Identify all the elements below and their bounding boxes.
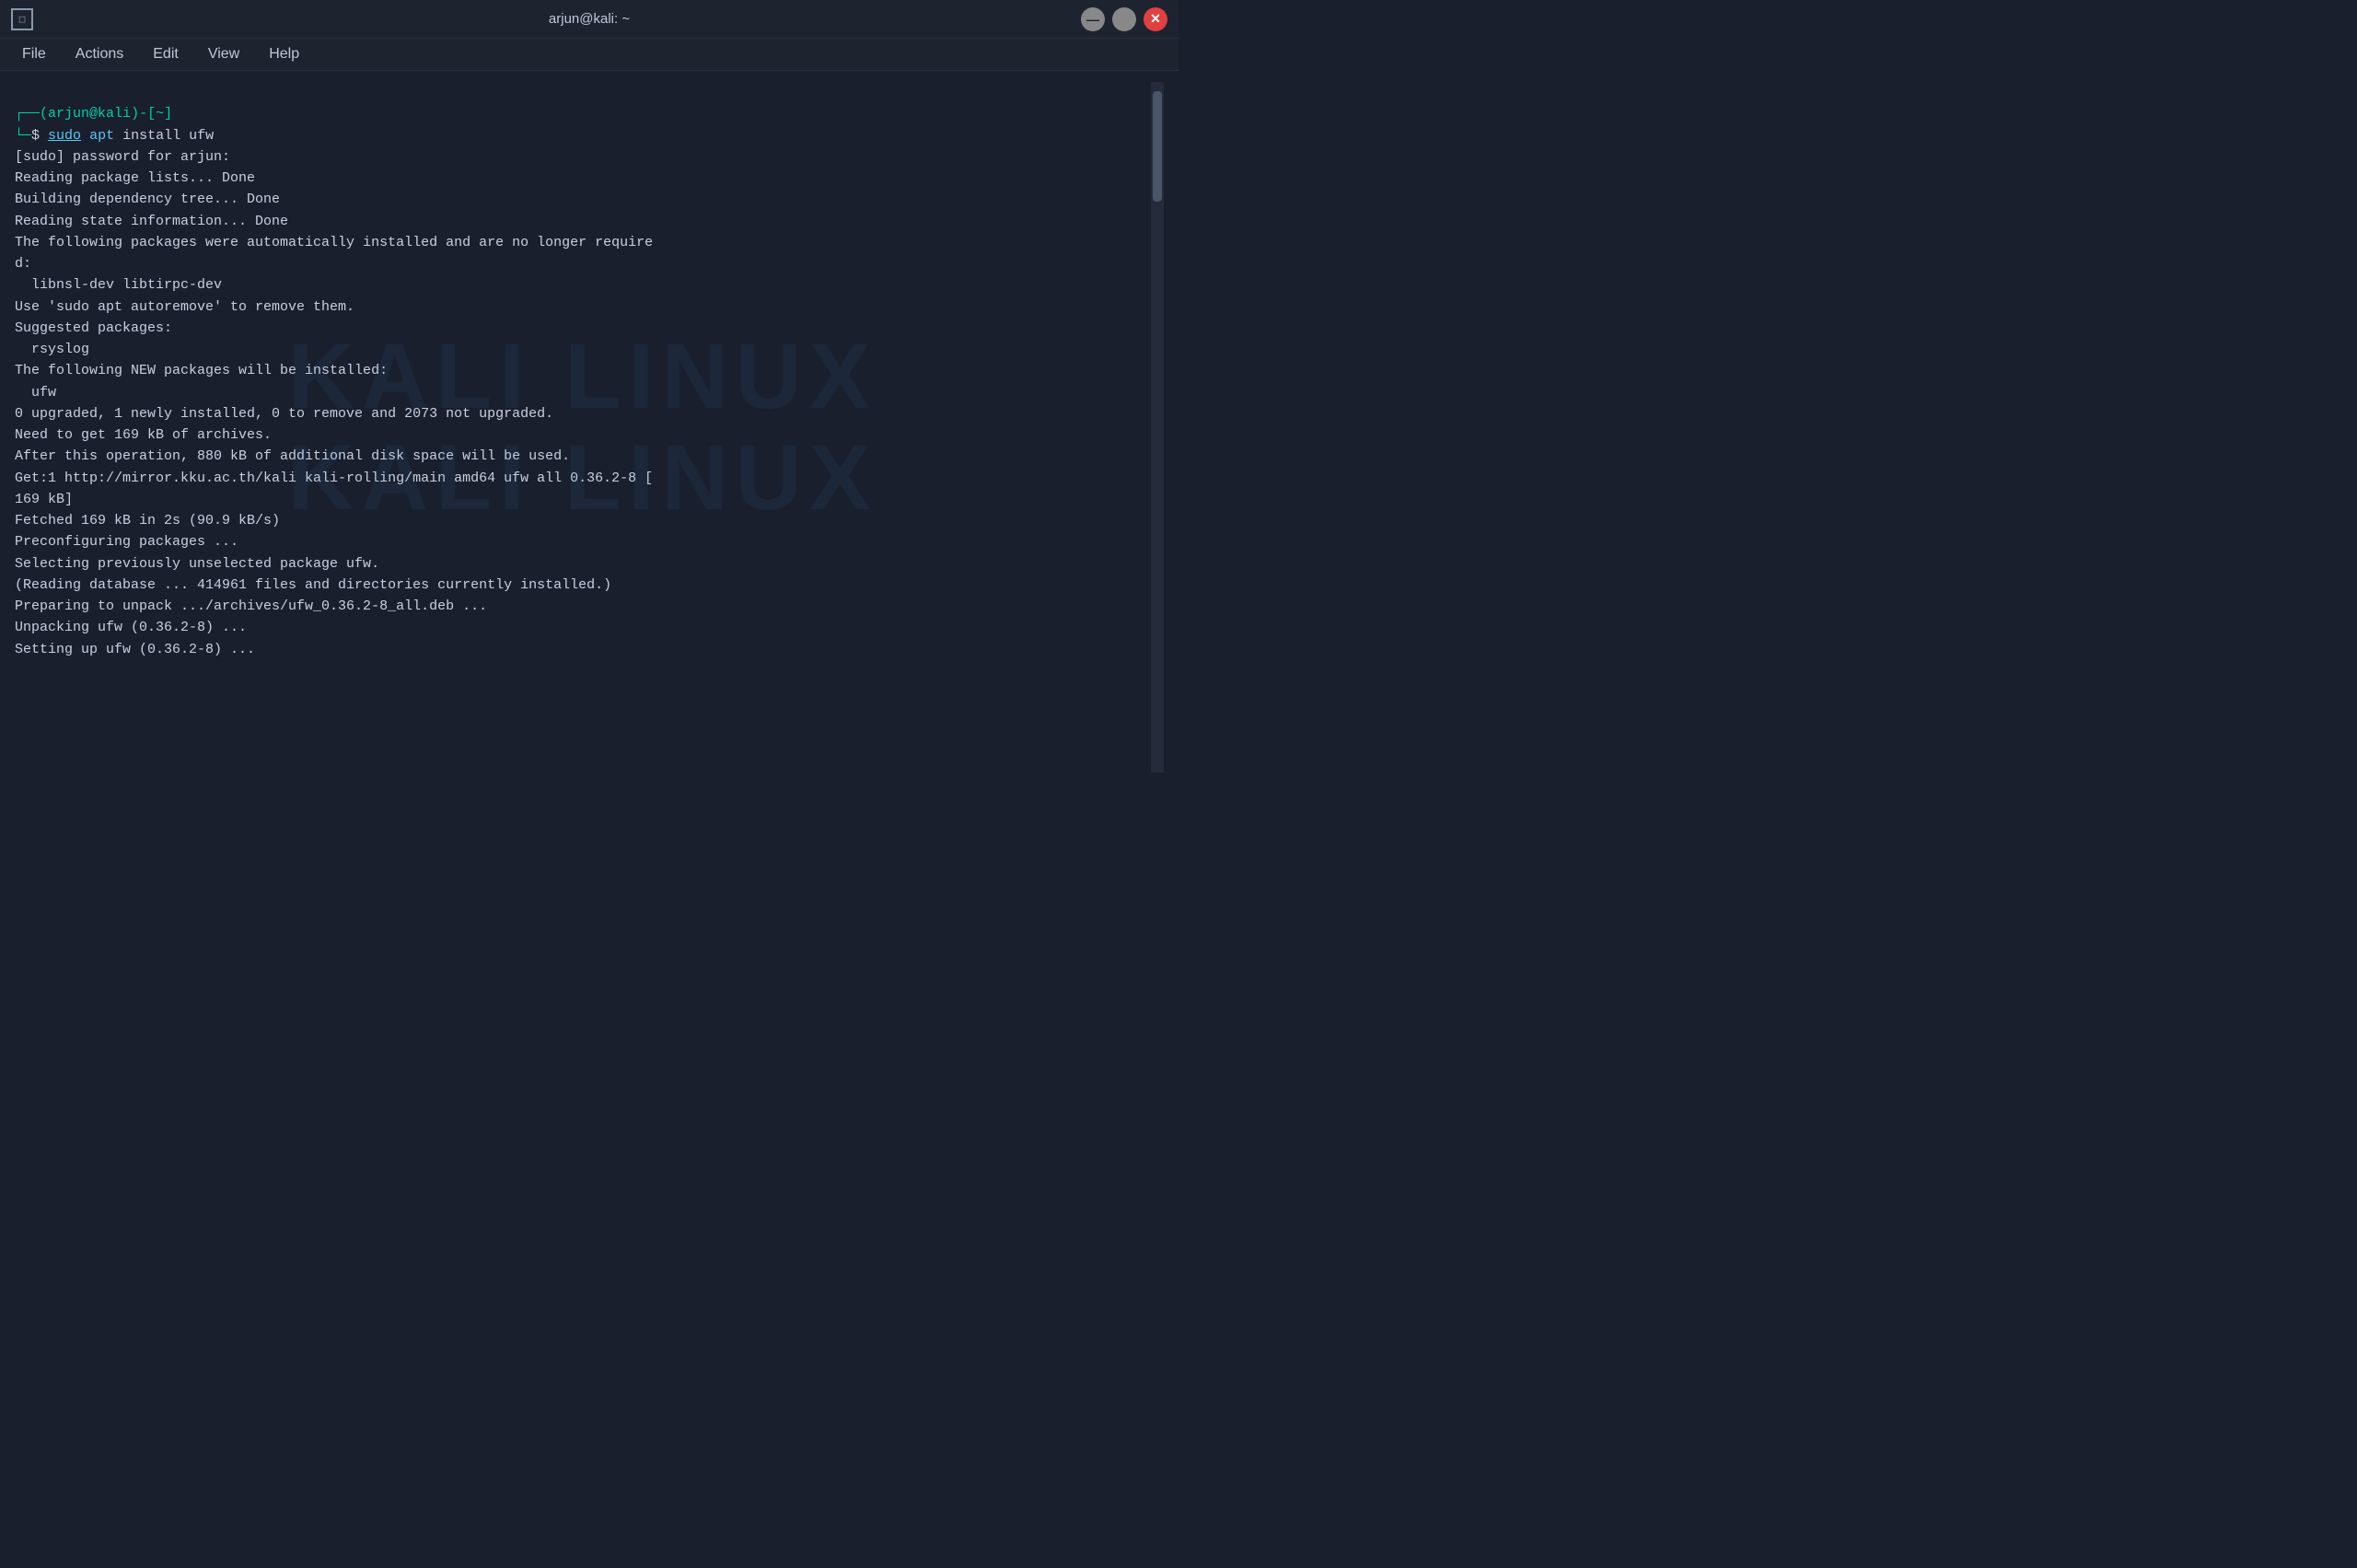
- output-preparing: Preparing to unpack .../archives/ufw_0.3…: [15, 598, 487, 614]
- output-lib-pkgs: libnsl-dev libtirpc-dev: [15, 277, 222, 293]
- output-sudo-password: [sudo] password for arjun:: [15, 149, 230, 165]
- menu-actions[interactable]: Actions: [61, 42, 138, 66]
- output-need-to-get: Need to get 169 kB of archives.: [15, 427, 272, 443]
- title-bar: □ arjun@kali: ~ — ✕: [0, 0, 1178, 39]
- output-reading-pkg: Reading package lists... Done: [15, 170, 255, 186]
- output-setting-up: Setting up ufw (0.36.2-8) ...: [15, 642, 255, 657]
- scrollbar-thumb[interactable]: [1153, 91, 1162, 202]
- window-icon: □: [11, 8, 33, 30]
- output-following-pkgs: The following packages were automaticall…: [15, 235, 653, 272]
- output-unpacking: Unpacking ufw (0.36.2-8) ...: [15, 620, 247, 635]
- output-reading-db: (Reading database ... 414961 files and d…: [15, 577, 611, 593]
- output-rsyslog: rsyslog: [15, 342, 89, 357]
- output-upgraded: 0 upgraded, 1 newly installed, 0 to remo…: [15, 406, 553, 422]
- output-new-pkgs: The following NEW packages will be insta…: [15, 363, 388, 378]
- output-ufw: ufw: [15, 385, 56, 401]
- prompt-top: ┌──(arjun@kali)-[~]: [15, 106, 172, 122]
- output-use-autoremove: Use 'sudo apt autoremove' to remove them…: [15, 299, 354, 315]
- title-bar-left: □: [11, 8, 33, 30]
- output-fetched: Fetched 169 kB in 2s (90.9 kB/s): [15, 513, 280, 528]
- output-building-dep: Building dependency tree... Done: [15, 192, 280, 207]
- menu-help[interactable]: Help: [254, 42, 314, 66]
- prompt-cmd: └─$ sudo apt install ufw: [15, 128, 214, 144]
- output-get1: Get:1 http://mirror.kku.ac.th/kali kali-…: [15, 470, 653, 507]
- output-suggested: Suggested packages:: [15, 320, 172, 336]
- output-reading-state: Reading state information... Done: [15, 214, 288, 229]
- maximize-button[interactable]: [1112, 7, 1136, 31]
- close-button[interactable]: ✕: [1144, 7, 1167, 31]
- menu-view[interactable]: View: [193, 42, 254, 66]
- menu-edit[interactable]: Edit: [138, 42, 193, 66]
- window-controls: — ✕: [1081, 7, 1167, 31]
- menu-file[interactable]: File: [7, 42, 61, 66]
- terminal-content: ┌──(arjun@kali)-[~] └─$ sudo apt install…: [15, 82, 1151, 681]
- terminal-body[interactable]: KALI LINUXKALI LINUX ┌──(arjun@kali)-[~]…: [0, 71, 1178, 784]
- output-disk-space: After this operation, 880 kB of addition…: [15, 448, 570, 464]
- menu-bar: File Actions Edit View Help: [0, 39, 1178, 71]
- output-selecting: Selecting previously unselected package …: [15, 556, 379, 572]
- window-title: arjun@kali: ~: [549, 11, 630, 27]
- output-preconfiguring: Preconfiguring packages ...: [15, 534, 238, 550]
- scrollbar[interactable]: [1151, 82, 1164, 772]
- minimize-button[interactable]: —: [1081, 7, 1105, 31]
- terminal-window: □ arjun@kali: ~ — ✕ File Actions Edit Vi…: [0, 0, 1178, 784]
